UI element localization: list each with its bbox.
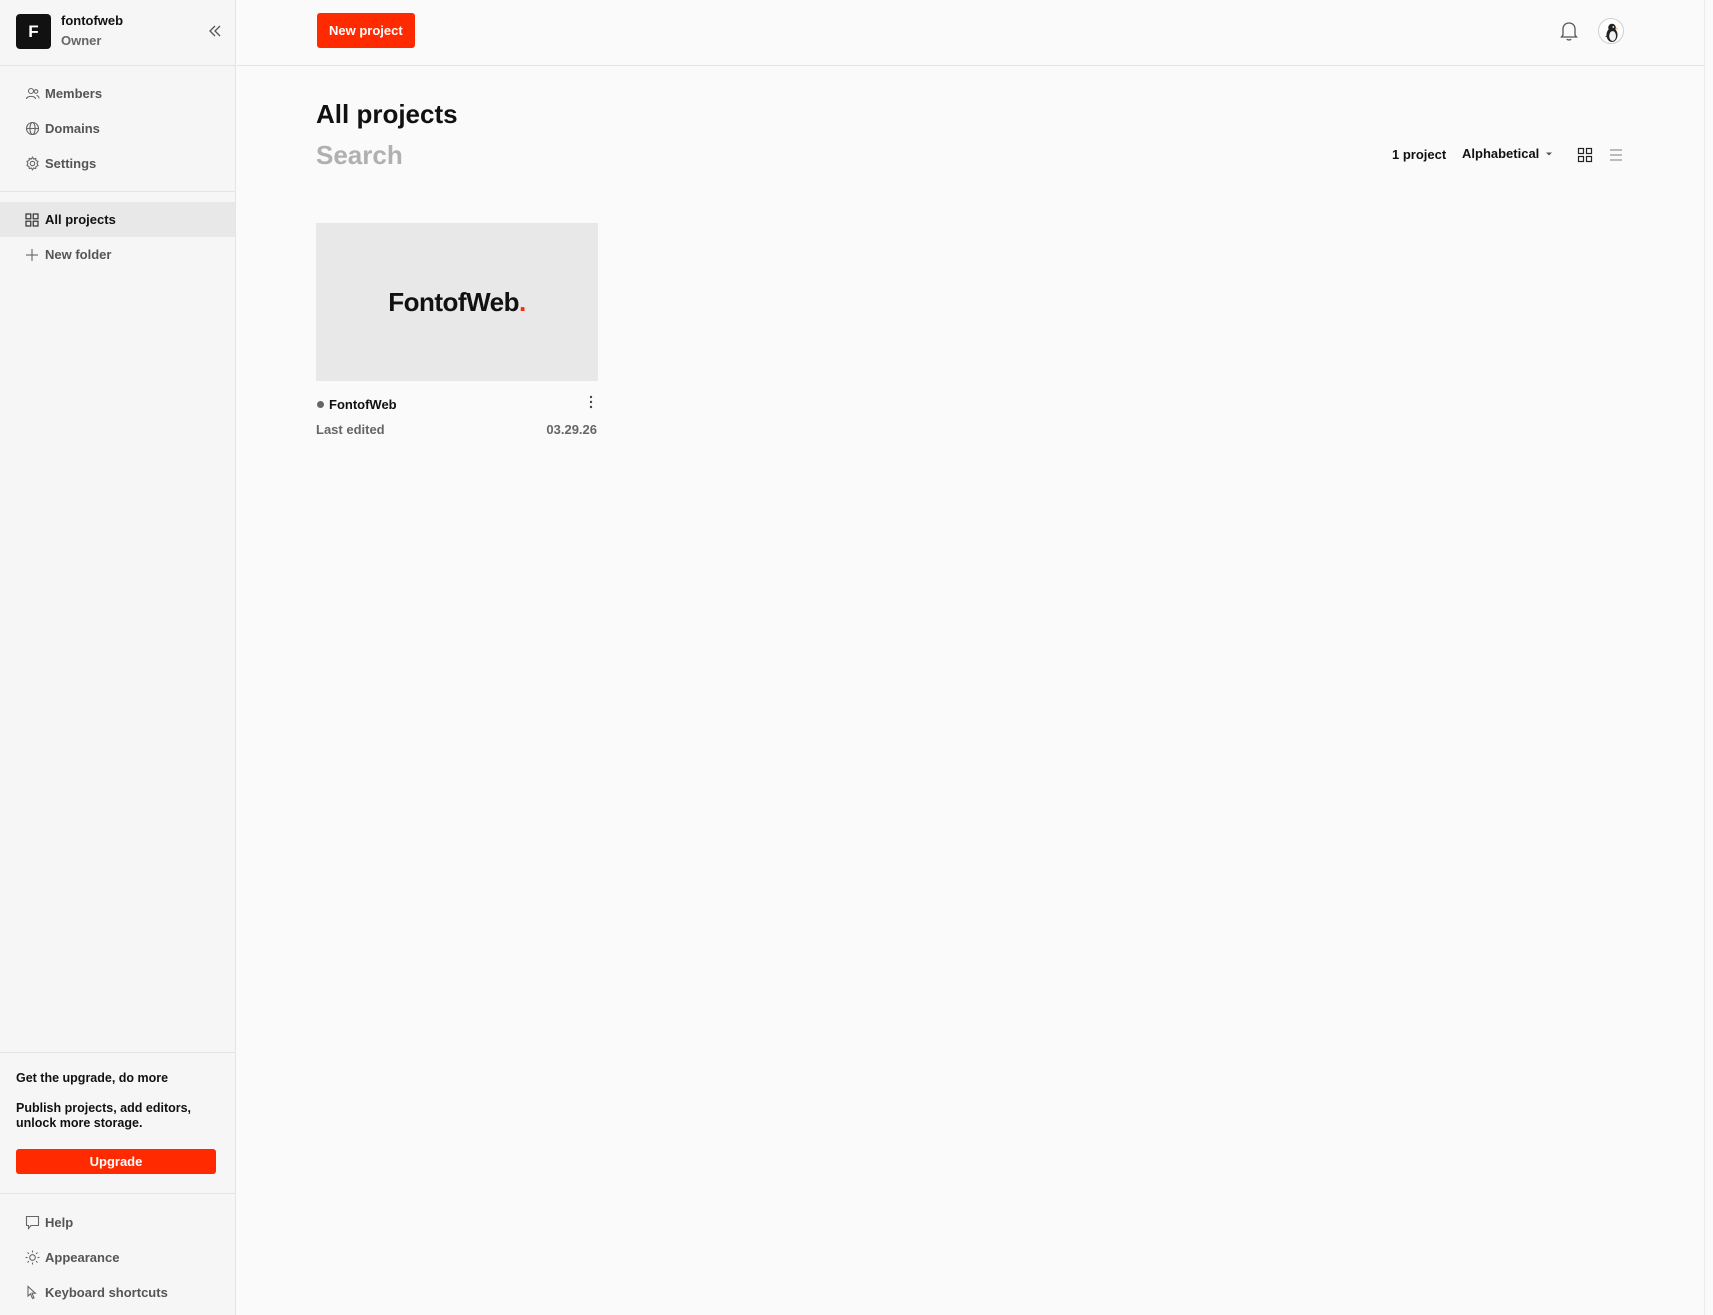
grid-view-icon (1577, 147, 1593, 163)
new-project-button[interactable]: New project (317, 13, 415, 48)
last-edited-label: Last edited (316, 422, 385, 437)
penguin-avatar-icon (1605, 23, 1619, 42)
sidebar-item-keyboard-shortcuts[interactable]: Keyboard shortcuts (0, 1275, 235, 1310)
last-edited-date: 03.29.26 (546, 422, 597, 437)
project-count: 1 project (1392, 147, 1447, 162)
sidebar-item-label: Help (45, 1215, 74, 1230)
sidebar: F fontofweb Owner Members Domains Settin… (0, 0, 236, 1315)
globe-icon (24, 121, 40, 137)
sidebar-footer-nav: Help Appearance Keyboard shortcuts (0, 1205, 236, 1310)
thumbnail-logo: FontofWeb. (388, 286, 526, 317)
search-input[interactable] (316, 138, 716, 172)
project-menu-button[interactable] (586, 393, 596, 411)
sidebar-item-label: New folder (45, 247, 112, 262)
upgrade-description: Publish projects, add editors, unlock mo… (16, 1101, 192, 1130)
sidebar-item-label: Appearance (45, 1250, 120, 1265)
pointer-icon (24, 1285, 40, 1301)
sidebar-item-members[interactable]: Members (0, 76, 235, 111)
workspace-name: fontofweb (61, 13, 124, 28)
sidebar-item-settings[interactable]: Settings (0, 146, 235, 181)
grid-view-button[interactable] (1577, 147, 1593, 163)
caret-down-icon (1546, 152, 1553, 155)
workspace-avatar[interactable]: F (16, 14, 51, 49)
workspace-header[interactable]: F fontofweb Owner (0, 0, 236, 66)
topbar: New project (237, 0, 1713, 66)
kebab-menu-icon (589, 395, 593, 409)
sort-label: Alphabetical (1462, 146, 1540, 161)
double-chevron-left-icon (209, 25, 221, 37)
plus-icon (24, 247, 40, 263)
collapse-sidebar-button[interactable] (204, 20, 226, 42)
sidebar-item-help[interactable]: Help (0, 1205, 235, 1240)
sidebar-item-all-projects[interactable]: All projects (0, 202, 235, 237)
sidebar-item-domains[interactable]: Domains (0, 111, 235, 146)
project-card[interactable]: FontofWeb. FontofWeb Last edited 03.29.2… (316, 223, 598, 441)
sort-dropdown[interactable]: Alphabetical (1462, 146, 1553, 161)
sidebar-item-appearance[interactable]: Appearance (0, 1240, 235, 1275)
project-name: FontofWeb (329, 397, 397, 412)
sidebar-item-label: Domains (45, 121, 100, 136)
members-icon (24, 86, 40, 102)
upgrade-button[interactable]: Upgrade (16, 1149, 216, 1174)
sidebar-projects-nav: All projects New folder (0, 202, 236, 272)
sidebar-item-label: Keyboard shortcuts (45, 1285, 168, 1300)
sidebar-item-label: All projects (45, 212, 116, 227)
sidebar-item-new-folder[interactable]: New folder (0, 237, 235, 272)
sidebar-item-label: Settings (45, 156, 97, 171)
page-title: All projects (316, 99, 458, 129)
workspace-role: Owner (61, 33, 102, 48)
notifications-button[interactable] (1559, 20, 1579, 42)
upgrade-title: Get the upgrade, do more (16, 1071, 169, 1085)
sidebar-settings-nav: Members Domains Settings (0, 76, 236, 192)
chat-bubble-icon (24, 1215, 40, 1231)
user-avatar[interactable] (1598, 18, 1624, 44)
bell-icon (1560, 22, 1578, 41)
upgrade-panel: Get the upgrade, do more Publish project… (0, 1052, 236, 1194)
grid-icon (24, 212, 40, 228)
gear-icon (24, 156, 40, 172)
list-view-icon (1610, 149, 1622, 161)
scrollbar-track[interactable] (1704, 0, 1713, 1315)
sun-icon (24, 1250, 40, 1266)
project-thumbnail[interactable]: FontofWeb. (316, 223, 598, 381)
status-dot (317, 401, 324, 408)
app-root: F fontofweb Owner Members Domains Settin… (0, 0, 1713, 1315)
list-view-button[interactable] (1608, 147, 1624, 163)
sidebar-item-label: Members (45, 86, 103, 101)
